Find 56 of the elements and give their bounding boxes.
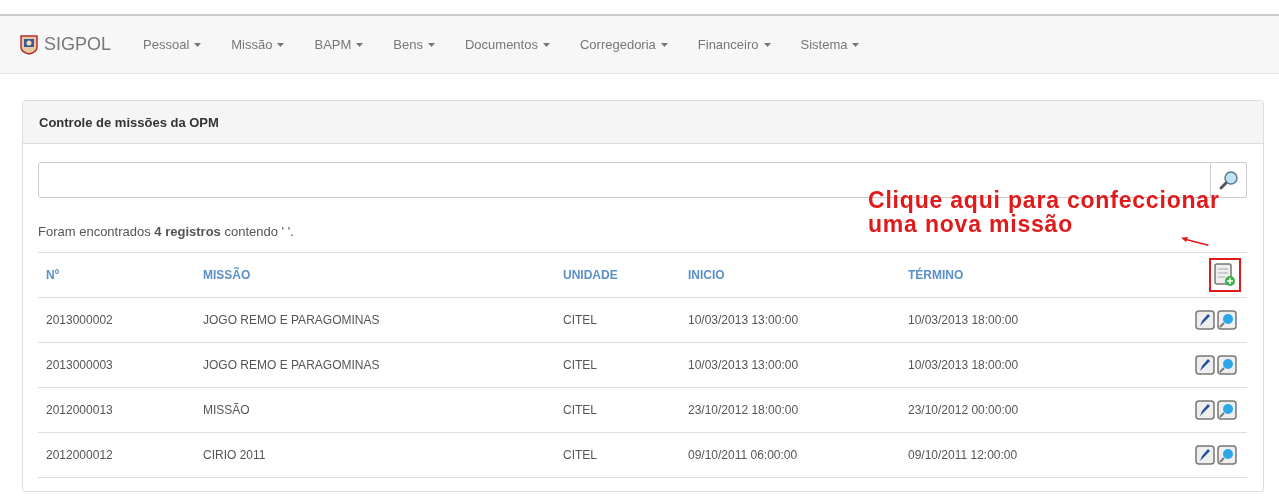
edit-button[interactable] [1195, 355, 1215, 375]
nav-menu[interactable]: Missão [231, 37, 285, 52]
caret-icon [763, 42, 771, 47]
table-cell-text: JOGO REMO E PARAGOMINAS [203, 358, 381, 372]
panel-title: Controle de missões da OPM [39, 114, 219, 130]
table-cell-text: CITEL [563, 313, 598, 327]
table-cell-text: 2012000012 [46, 448, 114, 462]
search-icon [1217, 169, 1240, 191]
view-button[interactable] [1217, 355, 1237, 375]
view-button[interactable] [1217, 445, 1237, 465]
nav-menu[interactable]: Documentos [464, 37, 550, 52]
caret-icon [194, 42, 202, 47]
annotation-text: Clique aqui para confeccionar uma nova missão [868, 188, 1221, 236]
nav-menu[interactable]: Pessoal [143, 37, 202, 52]
table-cell-text: 23/10/2012 18:00:00 [688, 403, 800, 417]
column-header[interactable]: MISSÃO [203, 268, 563, 282]
caret-icon [660, 42, 668, 47]
edit-button[interactable] [1195, 400, 1215, 420]
caret-icon [277, 42, 285, 47]
view-button[interactable] [1217, 400, 1237, 420]
table-cell-text: CIRIO 2011 [203, 448, 267, 462]
table-cell-text: CITEL [563, 403, 598, 417]
caret-icon [852, 42, 860, 47]
table-cell-text: 10/03/2013 13:00:00 [688, 313, 800, 327]
nav-menu[interactable]: Sistema [800, 37, 860, 52]
nav-menu[interactable]: BAPM [314, 37, 364, 52]
brand-name[interactable]: SIGPOL [44, 34, 112, 55]
results-summary: Foram encontrados 4 registros contendo ' '. [38, 224, 294, 239]
column-header[interactable]: INICIO [688, 268, 908, 282]
table-cell-text: CITEL [563, 448, 598, 462]
table-cell-text: 09/10/2011 06:00:00 [688, 448, 799, 462]
view-button[interactable] [1217, 310, 1237, 330]
nav-menu[interactable]: Financeiro [697, 37, 771, 52]
table-cell-text: CITEL [563, 358, 598, 372]
caret-icon [542, 42, 550, 47]
caret-icon [427, 42, 435, 47]
shield-logo-icon [20, 34, 38, 55]
table-cell-text: 2013000002 [46, 313, 114, 327]
edit-button[interactable] [1195, 445, 1215, 465]
table-cell-text: 10/03/2013 13:00:00 [688, 358, 800, 372]
table-cell-text: 23/10/2012 00:00:00 [908, 403, 1020, 417]
table-cell-text: 10/03/2013 18:00:00 [908, 358, 1020, 372]
table-cell-text: 2012000013 [46, 403, 114, 417]
table-cell-text: 10/03/2013 18:00:00 [908, 313, 1020, 327]
table-cell-text: 2013000003 [46, 358, 114, 372]
column-header[interactable]: UNIDADE [563, 268, 688, 282]
edit-button[interactable] [1195, 310, 1215, 330]
table-cell-text: JOGO REMO E PARAGOMINAS [203, 313, 381, 327]
column-header[interactable]: TÉRMINO [908, 268, 1177, 282]
caret-icon [356, 42, 364, 47]
column-header[interactable]: Nº [46, 268, 203, 282]
table-cell-text: MISSÃO [203, 403, 251, 417]
nav-menu[interactable]: Corregedoria [579, 37, 668, 52]
add-mission-button[interactable] [1209, 258, 1241, 292]
table-cell-text: 09/10/2011 12:00:00 [908, 448, 1019, 462]
nav-menu[interactable]: Bens [393, 37, 435, 52]
